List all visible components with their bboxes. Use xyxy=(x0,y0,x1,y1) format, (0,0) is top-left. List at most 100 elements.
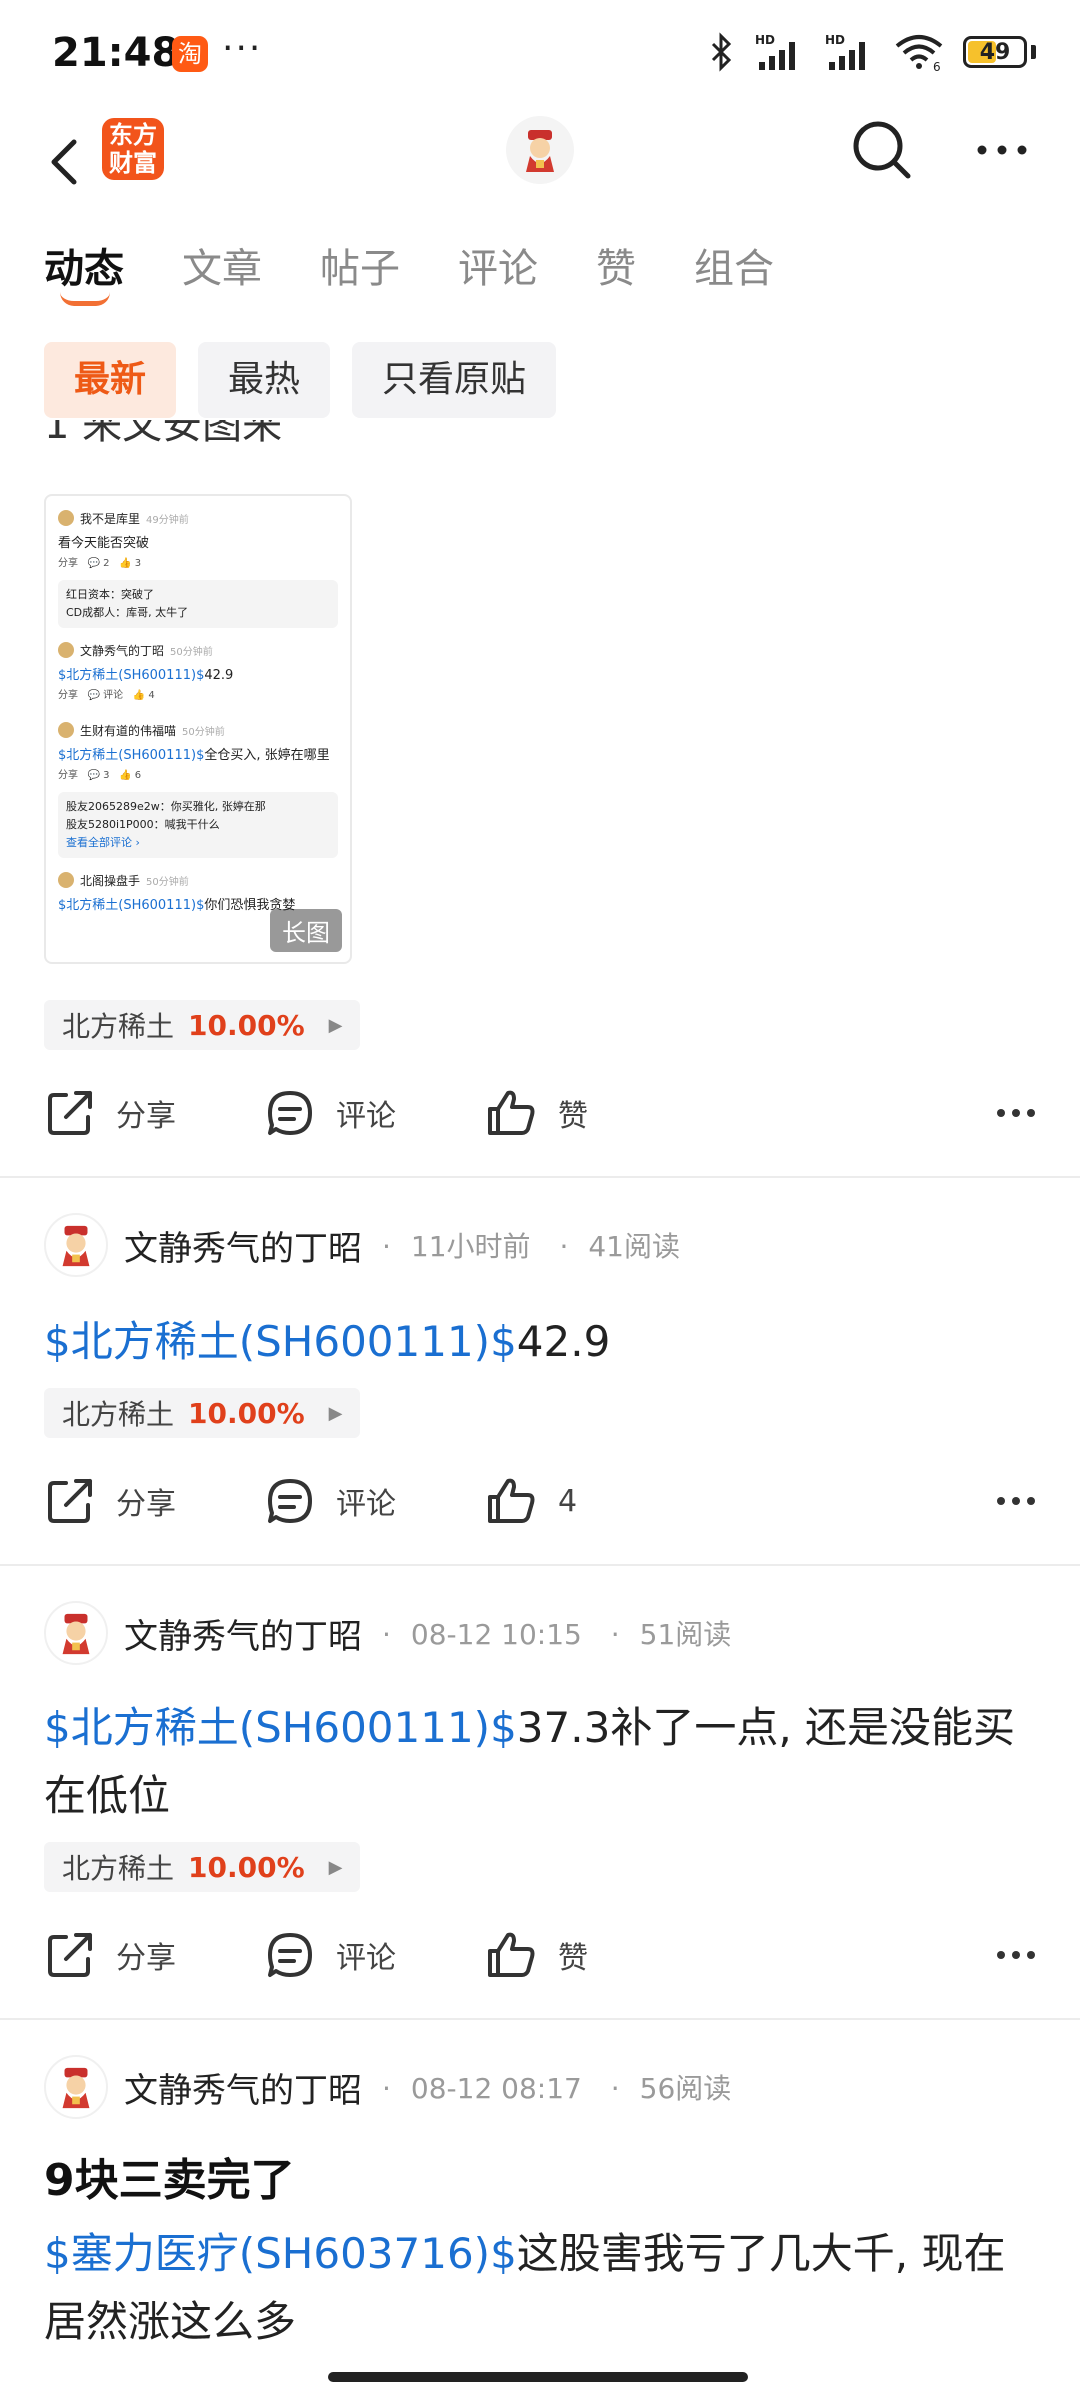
share-button[interactable]: 分享 xyxy=(44,1929,264,1981)
status-icons: HD HD 6 49 xyxy=(709,32,1036,72)
like-button[interactable]: 4 xyxy=(484,1475,704,1527)
search-icon[interactable] xyxy=(850,114,914,184)
long-image-thumbnail[interactable]: 我不是库里 49分钟前 看今天能否突破 分享 💬 2 👍 3 红日资本：突破了 C… xyxy=(44,494,352,964)
mini-time: 50分钟前 xyxy=(146,876,189,888)
post-actions: 分享 评论 4 xyxy=(44,1466,1036,1536)
post-title[interactable]: 9块三卖完了 xyxy=(44,2144,295,2208)
comment-label: 评论 xyxy=(336,1487,396,1522)
post-reads: 51阅读 xyxy=(639,1618,732,1651)
mini-share: 分享 xyxy=(58,690,78,701)
share-button[interactable]: 分享 xyxy=(44,1475,264,1527)
post-time: 08-12 10:15 xyxy=(410,1618,582,1651)
signal-icon-2: HD xyxy=(825,33,865,70)
comment-button[interactable]: 评论 xyxy=(264,1929,484,1981)
like-button[interactable]: 赞 xyxy=(484,1929,704,1981)
like-button[interactable]: 赞 xyxy=(484,1087,704,1139)
post-reads: 56阅读 xyxy=(639,2072,732,2105)
share-icon xyxy=(48,1933,92,1977)
post-divider xyxy=(0,1564,1080,1566)
logo-line-2: 财富 xyxy=(109,149,157,177)
hd-label: HD xyxy=(755,33,775,47)
stock-link[interactable]: $北方稀土(SH600111)$ xyxy=(44,1703,517,1752)
post-actions: 分享 评论 赞 xyxy=(44,1078,1036,1148)
author-avatar[interactable] xyxy=(44,1601,108,1665)
mini-comment: 股友2065289e2w：你买雅化, 张婷在那 xyxy=(66,800,266,813)
post-time: 11小时前 xyxy=(410,1230,531,1263)
tab-comments[interactable]: 评论 xyxy=(458,236,538,316)
mini-comment: 红日资本：突破了 xyxy=(66,588,154,601)
app-header: 东方 财富 xyxy=(0,110,1080,230)
tab-portfolio[interactable]: 组合 xyxy=(694,236,774,316)
filter-original-only[interactable]: 只看原贴 xyxy=(352,342,557,418)
caishen-avatar-icon xyxy=(62,1613,90,1655)
mini-username: 北阁操盘手 xyxy=(80,873,141,888)
stock-change: 10.00% xyxy=(188,1008,305,1042)
more-options-icon[interactable] xyxy=(972,130,1032,170)
tab-likes[interactable]: 赞 xyxy=(596,236,636,316)
share-label: 分享 xyxy=(116,1487,176,1522)
share-button[interactable]: 分享 xyxy=(44,1087,264,1139)
tab-articles[interactable]: 文章 xyxy=(182,236,262,316)
comment-button[interactable]: 评论 xyxy=(264,1087,484,1139)
mini-comment: 股友5280i1P000：喊我干什么 xyxy=(66,818,220,831)
mini-likes: 3 xyxy=(134,558,142,569)
signal-icon: HD xyxy=(755,33,795,70)
mini-comments: 3 xyxy=(103,770,110,781)
post-divider xyxy=(0,2018,1080,2020)
mini-user: 我不是库里 49分钟前 xyxy=(58,504,338,532)
thumbs-up-icon xyxy=(488,1932,535,1977)
share-icon xyxy=(48,1479,92,1523)
post-content[interactable]: $北方稀土(SH600111)$42.9 xyxy=(44,1308,1044,1376)
caishen-avatar-icon xyxy=(62,1225,90,1267)
stock-tag[interactable]: 北方稀土 10.00% ▶ xyxy=(44,1000,361,1050)
comment-button[interactable]: 评论 xyxy=(264,1475,484,1527)
status-bar: 21:48 淘 ··· HD HD 6 49 xyxy=(0,0,1080,110)
like-label: 赞 xyxy=(558,1941,588,1976)
stock-link[interactable]: $塞力医疗(SH603716)$ xyxy=(44,2229,517,2278)
battery-tip xyxy=(1031,45,1036,59)
author-name[interactable]: 文静秀气的丁昭 xyxy=(124,1609,362,1658)
stock-tag[interactable]: 北方稀土 10.00% ▶ xyxy=(44,1842,361,1892)
home-indicator[interactable] xyxy=(328,2372,748,2382)
stock-name: 北方稀土 xyxy=(62,1010,175,1043)
notification-more-icon: ··· xyxy=(222,28,263,69)
post-body: 42.9 xyxy=(516,1317,611,1366)
stock-tag[interactable]: 北方稀土 10.00% ▶ xyxy=(44,1388,361,1438)
caishen-avatar-icon xyxy=(62,2067,90,2109)
author-avatar[interactable] xyxy=(44,1213,108,1277)
mini-text: $北方稀土(SH600111)$42.9 xyxy=(58,664,338,686)
post-actions: 分享 评论 赞 xyxy=(44,1920,1036,1990)
mini-actions: 分享 💬 3 👍 6 xyxy=(58,770,142,781)
filter-latest[interactable]: 最新 xyxy=(44,342,177,418)
author-name[interactable]: 文静秀气的丁昭 xyxy=(124,1221,362,1270)
post-author-row: 文静秀气的丁昭 · 08-12 10:15 · 51阅读 xyxy=(44,1598,731,1668)
mini-username: 文静秀气的丁昭 xyxy=(80,643,165,658)
post-meta: · 08-12 10:15 · 51阅读 xyxy=(382,1618,732,1651)
post-content[interactable]: $北方稀土(SH600111)$37.3补了一点, 还是没能买在低位 xyxy=(44,1694,1044,1830)
author-avatar[interactable] xyxy=(44,2055,108,2119)
mini-actions: 分享 💬 评论 👍 4 xyxy=(58,690,155,701)
back-icon[interactable] xyxy=(40,126,90,196)
mini-text-rest: 42.9 xyxy=(204,668,234,683)
play-arrow-icon: ▶ xyxy=(328,1856,343,1878)
mini-view-all: 查看全部评论 › xyxy=(66,836,140,849)
post-author-row: 文静秀气的丁昭 · 11小时前 · 41阅读 xyxy=(44,1210,680,1280)
filter-hottest[interactable]: 最热 xyxy=(198,342,331,418)
mini-comments: 2 xyxy=(103,558,110,569)
battery-level: 49 xyxy=(979,39,1011,65)
post-meta: · 11小时前 · 41阅读 xyxy=(382,1230,680,1263)
post-more-icon[interactable] xyxy=(996,1491,1036,1511)
eastmoney-logo[interactable]: 东方 财富 xyxy=(102,118,164,180)
post-content[interactable]: $塞力医疗(SH603716)$这股害我亏了几大千, 现在居然涨这么多 xyxy=(44,2220,1044,2356)
mini-username: 生财有道的伟福喵 xyxy=(80,723,177,738)
stock-link[interactable]: $北方稀土(SH600111)$ xyxy=(44,1317,517,1366)
post-more-icon[interactable] xyxy=(996,1945,1036,1965)
thumbs-up-icon xyxy=(488,1478,535,1523)
tab-dynamic[interactable]: 动态 xyxy=(44,236,124,316)
tab-posts[interactable]: 帖子 xyxy=(320,236,400,316)
user-avatar[interactable] xyxy=(506,116,574,184)
post-more-icon[interactable] xyxy=(996,1103,1036,1123)
comment-icon xyxy=(268,1933,312,1977)
author-name[interactable]: 文静秀气的丁昭 xyxy=(124,2063,362,2112)
taobao-app-icon: 淘 xyxy=(172,36,208,72)
